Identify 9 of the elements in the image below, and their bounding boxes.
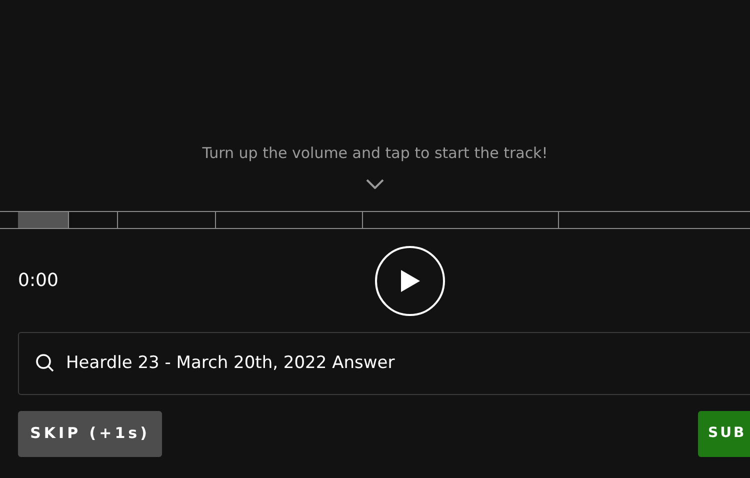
- chevron-down-icon: [366, 178, 384, 188]
- play-button[interactable]: [375, 246, 445, 316]
- submit-button[interactable]: SUB: [698, 410, 750, 456]
- play-icon: [399, 268, 421, 292]
- time-label: 0:00: [18, 269, 58, 293]
- skip-button[interactable]: SKIP (+1s): [18, 410, 162, 456]
- search-field[interactable]: Heardle 23 - March 20th, 2022 Answer: [18, 332, 750, 394]
- hint-text: Turn up the volume and tap to start the track!: [202, 143, 548, 164]
- search-icon: [35, 352, 55, 372]
